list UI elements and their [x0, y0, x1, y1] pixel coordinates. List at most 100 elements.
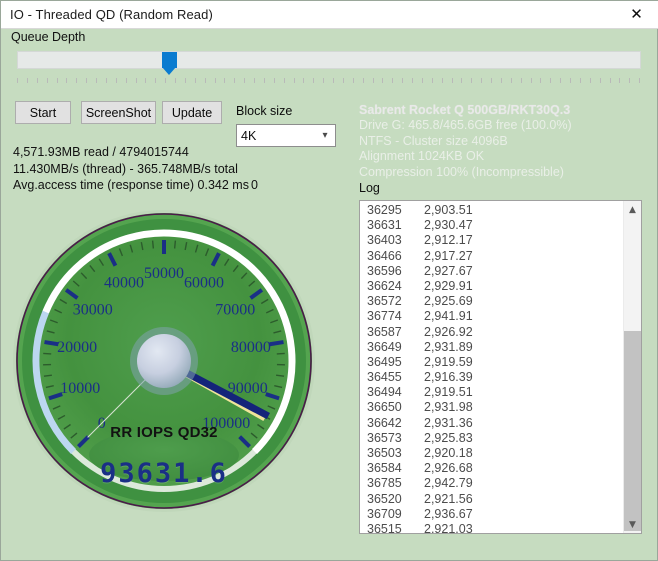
log-row-iops: 36587 [367, 325, 424, 340]
gauge-tick-label: 80000 [231, 339, 271, 356]
gauge-svg: 0100002000030000400005000060000700008000… [9, 206, 319, 516]
stats-counter: 0 [251, 177, 258, 194]
log-row-iops: 36709 [367, 507, 424, 522]
log-row[interactable]: 365842,926.68 [360, 461, 622, 476]
log-row-mbs: 2,931.89 [424, 340, 473, 355]
log-row[interactable]: 366492,931.89 [360, 340, 622, 355]
start-button[interactable]: Start [15, 101, 71, 124]
log-row[interactable]: 364552,916.39 [360, 370, 622, 385]
gauge-tick-label: 50000 [144, 265, 184, 282]
log-row-iops: 36455 [367, 370, 424, 385]
drive-filesystem: NTFS - Cluster size 4096B [359, 134, 655, 150]
log-row[interactable]: 365152,921.03 [360, 522, 622, 534]
stats-throughput: 11.430MB/s (thread) - 365.748MB/s total [13, 161, 343, 178]
drive-compression: Compression 100% (Incompressible) [359, 165, 655, 181]
log-row-iops: 36774 [367, 309, 424, 324]
log-row-mbs: 2,930.47 [424, 218, 473, 233]
chevron-down-icon[interactable]: ▼ [624, 516, 641, 533]
log-row[interactable]: 367852,942.79 [360, 476, 622, 491]
log-row-mbs: 2,925.83 [424, 431, 473, 446]
log-row-iops: 36503 [367, 446, 424, 461]
log-row-mbs: 2,926.92 [424, 325, 473, 340]
titlebar: IO - Threaded QD (Random Read) ✕ [1, 1, 658, 29]
slider-track[interactable] [17, 51, 641, 69]
iops-gauge: 0100002000030000400005000060000700008000… [9, 206, 319, 516]
gauge-tick-label: 60000 [184, 275, 224, 292]
queue-depth-slider[interactable] [17, 51, 641, 83]
log-row-mbs: 2,925.69 [424, 294, 473, 309]
log-row-iops: 36295 [367, 203, 424, 218]
drive-info: Sabrent Rocket Q 500GB/RKT30Q.3 Drive G:… [359, 102, 655, 180]
log-row[interactable]: 365962,927.67 [360, 264, 622, 279]
gauge-tick-label: 10000 [60, 380, 100, 397]
log-row[interactable]: 366422,931.36 [360, 416, 622, 431]
log-row-iops: 36403 [367, 233, 424, 248]
gauge-tick-label: 40000 [104, 275, 144, 292]
chevron-down-icon: ▾ [315, 130, 335, 141]
block-size-label: Block size [236, 104, 292, 118]
log-row-iops: 36466 [367, 249, 424, 264]
log-row-mbs: 2,919.51 [424, 385, 473, 400]
log-row[interactable]: 365722,925.69 [360, 294, 622, 309]
gauge-tick-label: 70000 [215, 301, 255, 318]
drive-capacity: Drive G: 465.8/465.6GB free (100.0%) [359, 118, 655, 134]
app-window: IO - Threaded QD (Random Read) ✕ Queue D… [0, 0, 658, 561]
drive-alignment: Alignment 1024KB OK [359, 149, 655, 165]
log-row-mbs: 2,920.18 [424, 446, 473, 461]
log-list[interactable]: 362952,903.51366312,930.47364032,912.173… [359, 200, 642, 534]
log-row[interactable]: 362952,903.51 [360, 203, 622, 218]
log-row-iops: 36650 [367, 400, 424, 415]
log-row-iops: 36572 [367, 294, 424, 309]
stats-read-total: 4,571.93MB read / 4794015744 [13, 144, 343, 161]
chevron-up-icon[interactable]: ▲ [624, 201, 641, 218]
log-row-mbs: 2,921.03 [424, 522, 473, 534]
log-row-iops: 36520 [367, 492, 424, 507]
log-row[interactable]: 364942,919.51 [360, 385, 622, 400]
log-row-iops: 36649 [367, 340, 424, 355]
log-row-iops: 36631 [367, 218, 424, 233]
log-row-mbs: 2,929.91 [424, 279, 473, 294]
log-row-iops: 36642 [367, 416, 424, 431]
log-row[interactable]: 364952,919.59 [360, 355, 622, 370]
log-row[interactable]: 365032,920.18 [360, 446, 622, 461]
log-row[interactable]: 365872,926.92 [360, 325, 622, 340]
log-row[interactable]: 366312,930.47 [360, 218, 622, 233]
log-row[interactable]: 365732,925.83 [360, 431, 622, 446]
drive-name: Sabrent Rocket Q 500GB/RKT30Q.3 [359, 102, 655, 118]
scrollbar-thumb[interactable] [624, 331, 641, 531]
log-row-mbs: 2,927.67 [424, 264, 473, 279]
log-row-mbs: 2,917.27 [424, 249, 473, 264]
close-icon[interactable]: ✕ [614, 2, 658, 28]
stats-block: 4,571.93MB read / 4794015744 11.430MB/s … [13, 144, 343, 194]
gauge-tick-label: 100000 [202, 415, 250, 432]
log-row-mbs: 2,931.36 [424, 416, 473, 431]
log-row-iops: 36515 [367, 522, 424, 534]
log-row[interactable]: 366242,929.91 [360, 279, 622, 294]
log-row-iops: 36624 [367, 279, 424, 294]
log-row[interactable]: 364032,912.17 [360, 233, 622, 248]
update-button[interactable]: Update [162, 101, 222, 124]
log-row[interactable]: 364662,917.27 [360, 249, 622, 264]
log-row[interactable]: 367092,936.67 [360, 507, 622, 522]
log-row-iops: 36573 [367, 431, 424, 446]
log-row-iops: 36495 [367, 355, 424, 370]
stats-access-time: Avg.access time (response time) 0.342 ms [13, 177, 343, 194]
slider-thumb[interactable] [162, 52, 177, 77]
log-row-mbs: 2,919.59 [424, 355, 473, 370]
log-row-iops: 36494 [367, 385, 424, 400]
log-row[interactable]: 367742,941.91 [360, 309, 622, 324]
log-row-iops: 36596 [367, 264, 424, 279]
screenshot-button[interactable]: ScreenShot [81, 101, 156, 124]
gauge-tick-label: 20000 [57, 339, 97, 356]
log-label: Log [359, 181, 380, 195]
log-row[interactable]: 366502,931.98 [360, 400, 622, 415]
slider-thumb-tip [162, 67, 176, 75]
log-row[interactable]: 365202,921.56 [360, 492, 622, 507]
log-row-iops: 36584 [367, 461, 424, 476]
log-rows: 362952,903.51366312,930.47364032,912.173… [360, 203, 622, 534]
window-title: IO - Threaded QD (Random Read) [1, 7, 213, 22]
block-size-value: 4K [237, 129, 315, 143]
log-row-mbs: 2,936.67 [424, 507, 473, 522]
log-scrollbar[interactable]: ▲ ▼ [623, 201, 641, 533]
log-row-mbs: 2,941.91 [424, 309, 473, 324]
